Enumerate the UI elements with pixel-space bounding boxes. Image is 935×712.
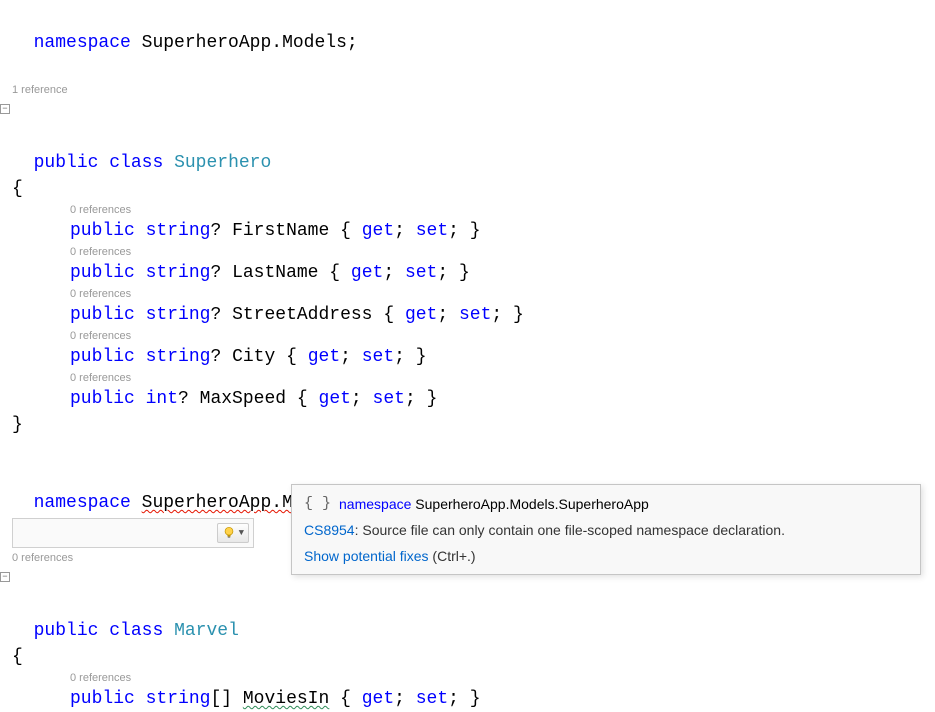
codelens-references[interactable]: 0 references <box>0 244 935 260</box>
tooltip-namespace-text: SuperheroApp.Models.SuperheroApp <box>415 496 649 512</box>
property-line: public string? StreetAddress { get; set;… <box>0 302 935 328</box>
keyword-class: class <box>109 621 163 641</box>
shortcut-label: (Ctrl+.) <box>429 548 476 564</box>
error-text: Source file can only contain one file-sc… <box>362 522 785 538</box>
error-tooltip: { } namespace SuperheroApp.Models.Superh… <box>291 484 921 575</box>
codelens-references[interactable]: 0 references <box>0 286 935 302</box>
error-code: CS8954 <box>304 522 355 538</box>
blank-line <box>0 438 935 464</box>
tooltip-error-message: CS8954: Source file can only contain one… <box>304 522 908 538</box>
property-line: public string? LastName { get; set; } <box>0 260 935 286</box>
keyword-public: public <box>34 621 99 641</box>
brace-open: { <box>0 176 935 202</box>
lightbulb-button[interactable]: ▼ <box>217 523 249 543</box>
codelens-references[interactable]: 0 references <box>0 370 935 386</box>
tooltip-namespace-keyword: namespace <box>339 496 411 512</box>
property-line: public string? City { get; set; } <box>0 344 935 370</box>
codelens-references[interactable]: 0 references <box>0 202 935 218</box>
property-name: City <box>232 347 275 367</box>
brace-close: } <box>0 412 935 438</box>
show-potential-fixes-link[interactable]: Show potential fixes (Ctrl+.) <box>304 548 908 564</box>
keyword-class: class <box>109 153 163 173</box>
namespace-brace-icon: { } <box>304 495 331 512</box>
property-line: public string? FirstName { get; set; } <box>0 218 935 244</box>
quick-actions-bar: ▼ <box>12 518 254 548</box>
keyword-public: public <box>34 153 99 173</box>
semicolon: ; <box>347 33 358 53</box>
class-name: Superhero <box>174 153 271 173</box>
codelens-references[interactable]: 1 reference <box>0 82 935 98</box>
keyword-namespace: namespace <box>34 33 131 53</box>
codelens-references[interactable]: 0 references <box>0 670 935 686</box>
code-line-namespace-1: namespace SuperheroApp.Models; <box>0 4 935 56</box>
property-name: LastName <box>232 263 318 283</box>
class-name: Marvel <box>174 621 239 641</box>
chevron-down-icon: ▼ <box>239 528 244 538</box>
property-name: FirstName <box>232 221 329 241</box>
lightbulb-icon <box>222 526 236 540</box>
fold-toggle-icon[interactable]: − <box>0 572 10 582</box>
codelens-references[interactable]: 0 references <box>0 328 935 344</box>
code-line-class-decl: − public class Superhero <box>0 98 935 176</box>
property-name: MaxSpeed <box>200 389 286 409</box>
property-name: MoviesIn <box>243 689 329 709</box>
namespace-name: SuperheroApp.Models <box>142 33 347 53</box>
blank-line <box>0 56 935 82</box>
property-line: public string[] MoviesIn { get; set; } <box>0 686 935 712</box>
keyword-namespace: namespace <box>34 493 131 513</box>
fold-toggle-icon[interactable]: − <box>0 104 10 114</box>
code-line-class-decl-2: − public class Marvel <box>0 566 935 644</box>
property-line: public int? MaxSpeed { get; set; } <box>0 386 935 412</box>
tooltip-header: { } namespace SuperheroApp.Models.Superh… <box>304 495 908 512</box>
property-name: StreetAddress <box>232 305 372 325</box>
